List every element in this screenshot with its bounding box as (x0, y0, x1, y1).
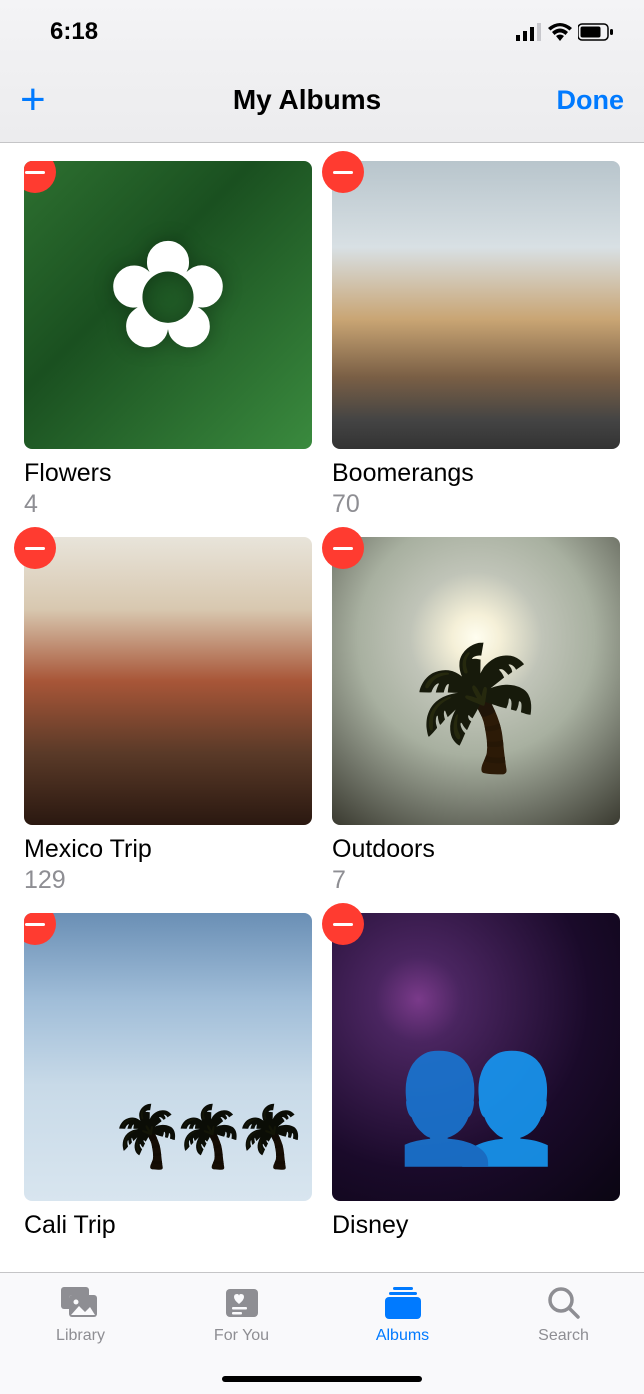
album-thumbnail[interactable] (332, 913, 620, 1201)
status-indicators (516, 23, 614, 41)
library-icon (59, 1283, 103, 1323)
tab-label: For You (214, 1327, 269, 1345)
delete-album-button[interactable] (24, 913, 56, 945)
tab-library[interactable]: Library (0, 1273, 161, 1394)
album-count: 129 (24, 866, 312, 895)
tab-search[interactable]: Search (483, 1273, 644, 1394)
album-count: 4 (24, 490, 312, 519)
delete-album-button[interactable] (24, 161, 56, 193)
cellular-icon (516, 23, 542, 41)
album-name: Cali Trip (24, 1211, 312, 1240)
album-name: Boomerangs (332, 459, 620, 488)
delete-album-button[interactable] (322, 527, 364, 569)
album-item[interactable]: Outdoors 7 (332, 537, 620, 895)
album-count: 7 (332, 866, 620, 895)
album-name: Disney (332, 1211, 620, 1240)
album-thumbnail[interactable] (24, 537, 312, 825)
wifi-icon (548, 23, 572, 41)
for-you-icon (220, 1283, 264, 1323)
album-thumbnail[interactable] (24, 161, 312, 449)
status-bar: 6:18 (0, 0, 644, 60)
album-thumbnail[interactable] (24, 913, 312, 1201)
album-name: Flowers (24, 459, 312, 488)
album-thumbnail[interactable] (332, 161, 620, 449)
tab-label: Library (56, 1327, 105, 1345)
albums-grid: Flowers 4 Boomerangs 70 Mexico Trip 129 … (0, 143, 644, 1242)
album-item[interactable]: Cali Trip (24, 913, 312, 1242)
page-title: My Albums (80, 84, 534, 116)
done-button[interactable]: Done (534, 85, 624, 116)
search-icon (542, 1283, 586, 1323)
albums-icon (381, 1283, 425, 1323)
status-time: 6:18 (50, 18, 98, 46)
home-indicator[interactable] (222, 1376, 422, 1382)
add-album-button[interactable]: + (20, 78, 80, 122)
delete-album-button[interactable] (322, 151, 364, 193)
album-item[interactable]: Flowers 4 (24, 161, 312, 519)
album-item[interactable]: Mexico Trip 129 (24, 537, 312, 895)
battery-icon (578, 23, 614, 41)
album-thumbnail[interactable] (332, 537, 620, 825)
album-count: 70 (332, 490, 620, 519)
album-name: Outdoors (332, 835, 620, 864)
nav-bar: + My Albums Done (0, 60, 644, 143)
album-item[interactable]: Disney (332, 913, 620, 1242)
delete-album-button[interactable] (322, 903, 364, 945)
album-name: Mexico Trip (24, 835, 312, 864)
album-item[interactable]: Boomerangs 70 (332, 161, 620, 519)
delete-album-button[interactable] (14, 527, 56, 569)
tab-label: Albums (376, 1327, 429, 1345)
tab-label: Search (538, 1327, 589, 1345)
